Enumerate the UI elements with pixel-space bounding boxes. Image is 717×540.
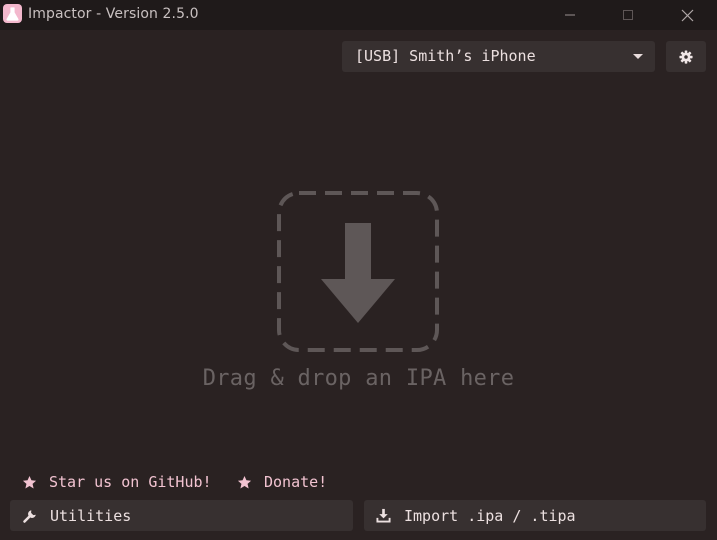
wrench-icon [23,509,36,523]
drop-zone-text: Drag & drop an IPA here [202,366,515,391]
minimize-button[interactable] [541,0,599,30]
star-icon [22,475,37,488]
device-select[interactable]: [USB] Smith’s iPhone [342,41,655,72]
flask-icon [3,4,22,23]
chevron-down-icon [633,54,643,59]
settings-button[interactable] [666,41,706,72]
download-arrow-icon[interactable] [276,190,440,353]
github-star-link[interactable]: Star us on GitHub! [22,472,212,492]
close-icon [681,9,693,21]
window-title: Impactor - Version 2.5.0 [28,6,199,22]
github-link-label: Star us on GitHub! [49,473,212,491]
donate-link-label: Donate! [264,473,328,491]
title-bar: Impactor - Version 2.5.0 [0,0,717,30]
import-ipa-button[interactable]: Import .ipa / .tipa [364,500,706,531]
utilities-button[interactable]: Utilities [10,500,353,531]
maximize-icon [623,10,633,20]
close-button[interactable] [658,0,716,30]
import-label: Import .ipa / .tipa [404,506,576,525]
download-icon [376,508,391,523]
minimize-icon [565,14,575,16]
gear-icon [679,49,693,64]
star-icon [237,475,252,488]
utilities-label: Utilities [50,506,132,525]
device-select-value: [USB] Smith’s iPhone [355,47,536,65]
maximize-button[interactable] [599,0,657,30]
donate-link[interactable]: Donate! [237,472,327,492]
